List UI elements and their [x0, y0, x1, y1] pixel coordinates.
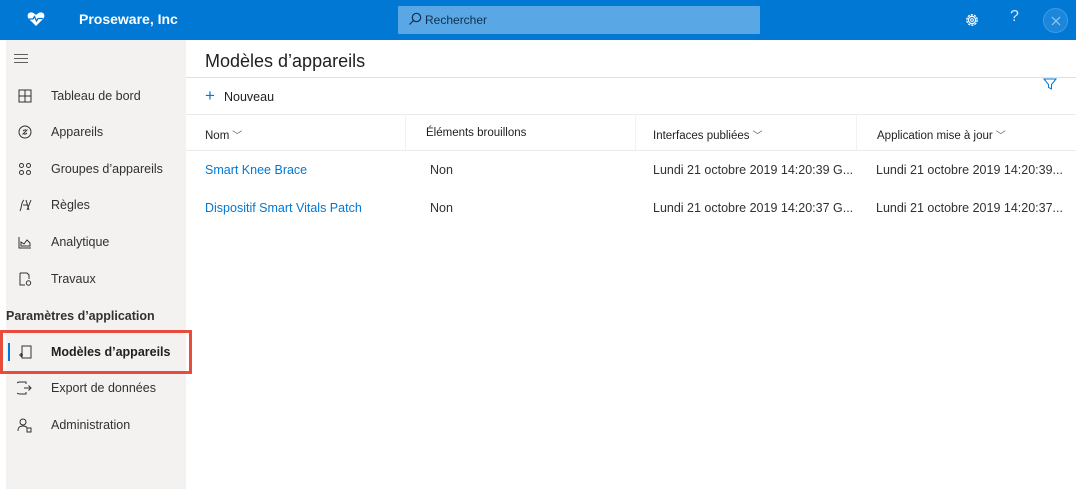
jobs-icon: [19, 272, 32, 286]
sidebar-item-data-export[interactable]: Export de données: [6, 370, 186, 406]
draft-value: Non: [430, 163, 453, 177]
sidebar-item-label: Tableau de bord: [51, 89, 141, 103]
divider: [186, 77, 1076, 78]
column-separator[interactable]: [856, 114, 857, 150]
column-header-label: Interfaces publiées: [653, 130, 750, 142]
column-header-label: Application mise à jour: [877, 130, 993, 142]
sidebar-item-label: Export de données: [51, 381, 156, 395]
column-separator[interactable]: [635, 114, 636, 150]
sidebar-item-label: Travaux: [51, 272, 96, 286]
sidebar-item-label: Groupes d’appareils: [51, 162, 163, 176]
divider: [186, 114, 1076, 115]
sidebar-item-analytics[interactable]: Analytique: [6, 224, 186, 260]
column-header-updated[interactable]: Application mise à jour ﹀: [877, 127, 1006, 142]
updated-value: Lundi 21 octobre 2019 14:20:39...: [876, 163, 1063, 177]
chevron-down-icon: ﹀: [752, 131, 763, 142]
search-box[interactable]: Rechercher: [398, 6, 760, 34]
published-value: Lundi 21 octobre 2019 14:20:39 G...: [653, 163, 853, 177]
published-value: Lundi 21 octobre 2019 14:20:37 G...: [653, 201, 853, 215]
section-heading-app-settings: Paramètres d’application: [6, 309, 155, 323]
hamburger-menu-icon[interactable]: [14, 54, 28, 64]
rules-icon: [19, 199, 32, 212]
column-header-published[interactable]: Interfaces publiées ﹀: [653, 127, 763, 142]
highlight-box: [0, 330, 192, 374]
sidebar-item-administration[interactable]: Administration: [6, 407, 186, 443]
sidebar-item-label: Administration: [51, 418, 131, 432]
heart-pulse-logo-icon[interactable]: [27, 10, 45, 28]
sidebar-item-label: Règles: [51, 198, 90, 212]
app-name[interactable]: Proseware, Inc: [79, 11, 178, 27]
sidebar-item-device-groups[interactable]: Groupes d’appareils: [6, 151, 186, 187]
sidebar: Tableau de bord Appareils Groupes d’appa…: [6, 40, 186, 489]
chevron-down-icon: ﹀: [232, 131, 243, 142]
column-header-draft[interactable]: Éléments brouillons: [426, 127, 526, 139]
filter-icon[interactable]: [1043, 77, 1057, 91]
sidebar-item-rules[interactable]: Règles: [6, 187, 186, 223]
column-header-label: Éléments brouillons: [426, 127, 527, 139]
updated-value: Lundi 21 octobre 2019 14:20:37...: [876, 201, 1063, 215]
analytics-icon: [18, 237, 31, 249]
top-bar: Proseware, Inc Rechercher ?: [0, 0, 1076, 40]
new-button-label: Nouveau: [224, 90, 275, 104]
administration-icon: [17, 418, 32, 433]
devices-icon: [18, 125, 32, 139]
sidebar-item-label: Appareils: [51, 125, 104, 139]
dashboard-icon: [18, 89, 32, 103]
settings-gear-icon[interactable]: [963, 11, 981, 29]
column-header-name[interactable]: Nom ﹀: [205, 127, 242, 142]
page-title: Modèles d’appareils: [205, 51, 366, 71]
column-header-label: Nom: [205, 130, 230, 142]
chevron-down-icon: ﹀: [995, 131, 1006, 142]
sidebar-item-dashboard[interactable]: Tableau de bord: [6, 78, 186, 114]
search-icon: [409, 12, 422, 25]
device-groups-icon: [19, 163, 31, 175]
draft-value: Non: [430, 201, 453, 215]
data-export-icon: [17, 381, 32, 395]
column-separator[interactable]: [405, 114, 406, 150]
template-name-link[interactable]: Dispositif Smart Vitals Patch: [205, 201, 405, 215]
help-icon[interactable]: ?: [1010, 8, 1019, 26]
user-avatar[interactable]: [1043, 8, 1068, 33]
divider: [186, 150, 1076, 151]
search-placeholder: Rechercher: [425, 13, 488, 27]
close-circle-icon: [1051, 16, 1061, 26]
plus-icon: +: [205, 86, 215, 105]
sidebar-item-devices[interactable]: Appareils: [6, 114, 186, 150]
sidebar-item-jobs[interactable]: Travaux: [6, 261, 186, 297]
template-name-link[interactable]: Smart Knee Brace: [205, 163, 405, 177]
sidebar-item-label: Analytique: [51, 235, 110, 249]
